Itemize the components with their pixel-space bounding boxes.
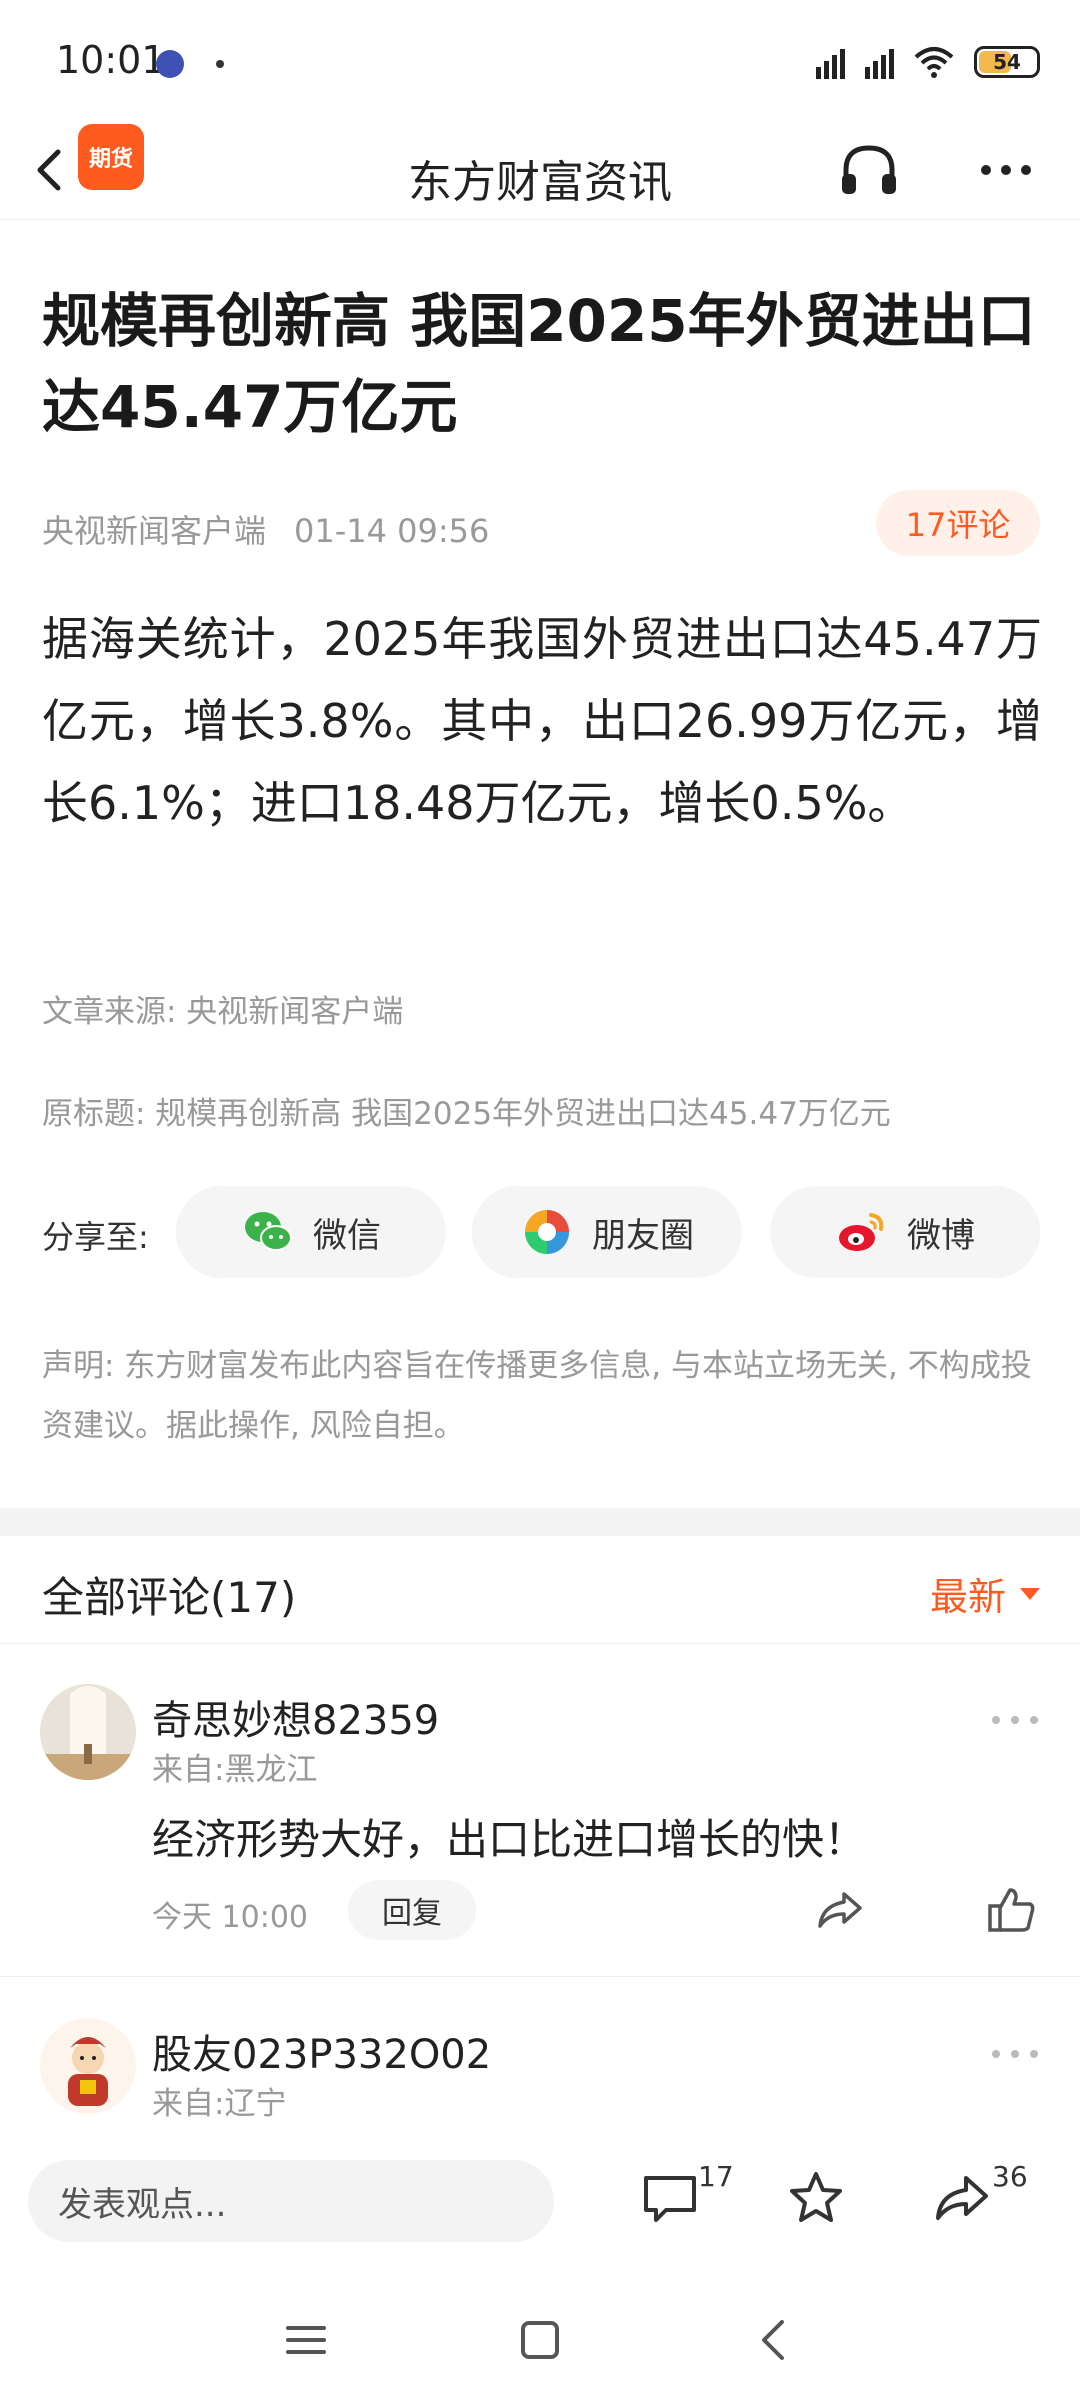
comment-count-pill[interactable]: 17评论	[876, 490, 1040, 556]
notification-app-icon	[156, 50, 184, 78]
page-title: 东方财富资讯	[408, 157, 672, 208]
comment-location: 来自:辽宁	[152, 2086, 287, 2122]
avatar[interactable]	[40, 1684, 136, 1780]
bottom-action-bar: 发表观点... 17 36	[0, 2130, 1080, 2270]
headphones-icon[interactable]	[836, 140, 902, 200]
comments-header: 全部评论(17) 最新	[0, 1536, 1080, 1644]
article-datetime: 01-14 09:56	[294, 512, 490, 550]
comment-icon[interactable]	[640, 2168, 700, 2228]
share-moments-label: 朋友圈	[592, 1215, 694, 1256]
battery-level: 54	[993, 50, 1021, 74]
comment-more-icon[interactable]	[990, 1712, 1040, 1728]
share-wechat-label: 微信	[313, 1215, 381, 1256]
comment-count: 17	[698, 2160, 734, 2193]
thumbs-up-icon[interactable]	[986, 1884, 1038, 1936]
comment-separator	[0, 1976, 1080, 1977]
avatar[interactable]	[40, 2018, 136, 2114]
star-icon[interactable]	[786, 2168, 846, 2228]
top-nav-bar: 期货 东方财富资讯	[0, 120, 1080, 220]
article-source-line: 文章来源: 央视新闻客户端	[42, 994, 404, 1030]
caret-down-icon	[1020, 1587, 1040, 1600]
share-label: 分享至:	[42, 1218, 149, 1256]
share-weibo-label: 微博	[907, 1215, 975, 1256]
wifi-icon	[914, 47, 954, 78]
share-icon[interactable]	[814, 1884, 866, 1936]
notification-dot-icon	[216, 60, 224, 68]
comment-username[interactable]: 奇思妙想82359	[152, 1688, 439, 1746]
share-count: 36	[992, 2160, 1028, 2193]
home-icon[interactable]	[510, 2310, 570, 2370]
comment-time: 今天 10:00	[152, 1900, 308, 1935]
share-icon[interactable]	[932, 2168, 992, 2228]
section-divider	[0, 1508, 1080, 1536]
comment-input[interactable]: 发表观点...	[28, 2160, 554, 2242]
sort-dropdown[interactable]: 最新	[930, 1566, 1040, 1621]
system-back-icon[interactable]	[744, 2310, 804, 2370]
battery-icon: 54	[974, 46, 1040, 78]
sort-label: 最新	[929, 1575, 1006, 1619]
system-nav-bar	[0, 2280, 1080, 2400]
status-indicators: 54	[816, 40, 1040, 84]
disclaimer: 声明: 东方财富发布此内容旨在传播更多信息, 与本站立场无关, 不构成投资建议。…	[42, 1348, 1032, 1444]
more-icon[interactable]	[976, 150, 1036, 190]
reply-button[interactable]: 回复	[348, 1880, 476, 1940]
article-body: 据海关统计，2025年我国外贸进出口达45.47万亿元，增长3.8%。其中，出口…	[42, 612, 1042, 830]
article-meta: 央视新闻客户端 01-14 09:56	[42, 506, 489, 552]
share-moments-button[interactable]: 朋友圈	[472, 1186, 742, 1278]
comment-username[interactable]: 股友023P332O02	[152, 2022, 491, 2080]
status-time: 10:01	[56, 38, 166, 82]
comment-text: 经济形势大好，出口比进口增长的快！	[152, 1815, 867, 1864]
share-weibo-button[interactable]: 微博	[770, 1186, 1040, 1278]
menu-icon[interactable]	[276, 2310, 336, 2370]
article-title: 规模再创新高 我国2025年外贸进出口达45.47万亿元	[42, 287, 1036, 441]
comments-title: 全部评论(17)	[42, 1573, 297, 1622]
original-title-line: 原标题: 规模再创新高 我国2025年外贸进出口达45.47万亿元	[42, 1096, 891, 1132]
article-source: 央视新闻客户端	[42, 512, 267, 550]
weibo-icon	[839, 1213, 884, 1251]
moments-icon	[525, 1210, 569, 1254]
comment-more-icon[interactable]	[990, 2046, 1040, 2062]
signal-hd-2-icon	[865, 45, 894, 79]
signal-hd-1-icon	[816, 45, 845, 79]
comment-location: 来自:黑龙江	[152, 1752, 318, 1788]
wechat-icon	[245, 1212, 292, 1251]
status-bar: 10:01 54	[0, 0, 1080, 120]
share-wechat-button[interactable]: 微信	[176, 1186, 446, 1278]
